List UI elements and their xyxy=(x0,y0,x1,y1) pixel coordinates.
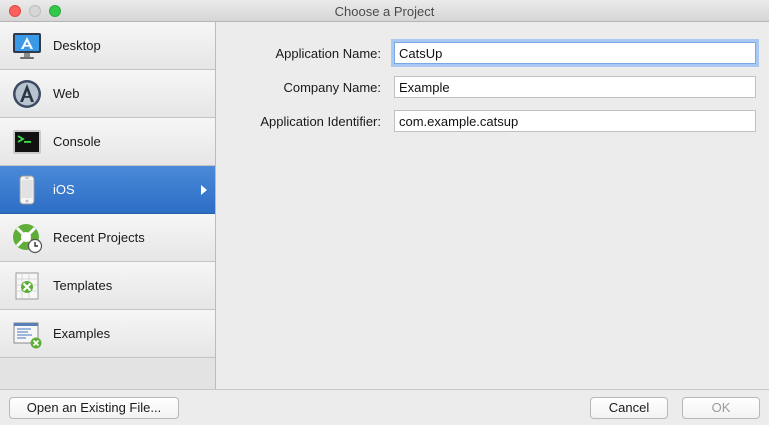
sidebar-item-label: Templates xyxy=(53,278,113,293)
company-name-label: Company Name: xyxy=(283,80,381,95)
sidebar-item-examples[interactable]: Examples xyxy=(0,310,215,358)
terminal-icon xyxy=(11,126,43,158)
sidebar-item-label: iOS xyxy=(53,182,75,197)
company-name-field[interactable] xyxy=(394,76,756,98)
sidebar-item-recent-projects[interactable]: Recent Projects xyxy=(0,214,215,262)
application-identifier-row: Application Identifier: xyxy=(216,110,769,134)
application-name-row: Application Name: xyxy=(216,42,769,66)
open-existing-file-button[interactable]: Open an Existing File... xyxy=(9,397,179,419)
templates-icon xyxy=(11,270,43,302)
application-identifier-field[interactable] xyxy=(394,110,756,132)
window-title: Choose a Project xyxy=(334,4,435,19)
ok-button[interactable]: OK xyxy=(682,397,760,419)
chevron-right-icon xyxy=(201,185,207,195)
cancel-button[interactable]: Cancel xyxy=(590,397,668,419)
examples-icon xyxy=(11,318,43,350)
company-name-row: Company Name: xyxy=(216,76,769,100)
project-type-sidebar: Desktop Web Console iOS Recent Projects … xyxy=(0,22,216,389)
application-name-field[interactable] xyxy=(394,42,756,64)
web-compass-icon xyxy=(11,78,43,110)
sidebar-item-ios[interactable]: iOS xyxy=(0,166,215,214)
iphone-icon xyxy=(11,174,43,206)
title-bar: Choose a Project xyxy=(0,0,769,22)
recent-projects-icon xyxy=(11,222,43,254)
sidebar-item-desktop[interactable]: Desktop xyxy=(0,22,215,70)
sidebar-item-web[interactable]: Web xyxy=(0,70,215,118)
sidebar-item-label: Examples xyxy=(53,326,111,341)
application-identifier-label: Application Identifier: xyxy=(260,114,381,129)
sidebar-item-templates[interactable]: Templates xyxy=(0,262,215,310)
sidebar-item-label: Console xyxy=(53,134,101,149)
sidebar-item-console[interactable]: Console xyxy=(0,118,215,166)
desktop-app-icon xyxy=(11,30,43,62)
sidebar-item-label: Recent Projects xyxy=(53,230,145,245)
sidebar-item-label: Desktop xyxy=(53,38,101,53)
dialog-footer: Open an Existing File... Cancel OK xyxy=(0,389,769,425)
sidebar-item-label: Web xyxy=(53,86,80,101)
application-name-label: Application Name: xyxy=(275,46,382,61)
